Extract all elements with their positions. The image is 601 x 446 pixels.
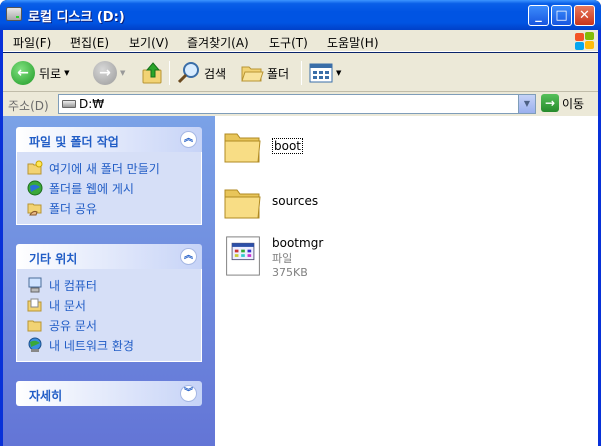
place-my-documents[interactable]: 내 문서 [27,295,201,315]
address-dropdown-button[interactable]: ▼ [518,95,535,113]
place-label: 공유 문서 [49,318,97,333]
place-network[interactable]: 내 네트워크 환경 [27,335,201,355]
views-icon [309,63,333,83]
panel-other-places-body: 내 컴퓨터 내 문서 공유 문서 내 네트워크 환경 [16,269,202,362]
maximize-icon: □ [555,8,568,23]
file-list: boot sources bootmgr 파일 375KB [215,116,598,446]
chevron-down-icon[interactable]: ︾ [180,385,197,402]
panel-title: 파일 및 폴더 작업 [29,135,119,149]
task-pane: 파일 및 폴더 작업 ︽ 여기에 새 폴더 만들기 폴더를 웹에 게시 폴더 공… [3,116,215,446]
folders-button[interactable]: 폴더 [240,60,289,86]
shared-folder-icon [27,203,42,216]
file-name: boot [272,138,304,154]
title-bar[interactable]: 로컬 디스크 (D:) _ □ ✕ [0,0,601,30]
place-label: 내 네트워크 환경 [49,338,134,353]
go-button[interactable]: → 이동 [541,94,584,112]
panel-other-places: 기타 위치 ︽ 내 컴퓨터 내 문서 공유 문서 내 네트워크 환경 [16,244,202,362]
my-documents-icon [27,298,42,312]
windows-logo-icon [574,31,594,51]
forward-arrow-icon: → [93,61,117,85]
explorer-window: 로컬 디스크 (D:) _ □ ✕ 파일(F) 편집(E) 보기(V) 즐겨찾기… [0,0,601,446]
go-arrow-icon: → [541,94,559,112]
shared-documents-icon [27,320,42,332]
chevron-up-icon[interactable]: ︽ [180,248,197,265]
back-label: 뒤로 [39,66,62,81]
address-input[interactable] [79,97,509,111]
search-button[interactable]: 검색 [177,60,226,86]
file-item-boot[interactable]: boot [223,126,304,166]
maximize-button[interactable]: □ [551,5,572,26]
file-item-bootmgr[interactable]: bootmgr 파일 375KB [223,236,323,279]
globe-icon [27,180,43,196]
minimize-icon: _ [535,8,542,23]
panel-title: 기타 위치 [29,252,78,266]
toolbar-separator [169,61,170,85]
chevron-down-icon: ▼ [336,69,342,77]
panel-file-tasks-header[interactable]: 파일 및 폴더 작업 ︽ [16,127,202,152]
folder-icon [224,189,261,219]
menu-edit[interactable]: 편집(E) [70,34,109,51]
panel-title: 자세히 [29,389,63,403]
task-label: 폴더 공유 [49,201,97,216]
forward-button[interactable]: → ▼ [93,60,125,86]
chevron-down-icon: ▼ [523,99,531,108]
place-label: 내 컴퓨터 [49,278,97,293]
network-places-icon [28,337,42,352]
file-name: sources [272,194,319,208]
panel-file-tasks-body: 여기에 새 폴더 만들기 폴더를 웹에 게시 폴더 공유 [16,152,202,225]
panel-details: 자세히 ︾ [16,381,202,406]
go-label: 이동 [562,96,585,111]
close-button[interactable]: ✕ [574,5,595,26]
toolbar-separator [301,61,302,85]
menu-bar: 파일(F) 편집(E) 보기(V) 즐겨찾기(A) 도구(T) 도움말(H) [3,30,598,52]
file-icon [226,236,260,276]
chevron-up-icon[interactable]: ︽ [180,131,197,148]
close-icon: ✕ [579,8,590,23]
place-shared-documents[interactable]: 공유 문서 [27,315,201,335]
folders-label: 폴더 [267,66,290,81]
folder-icon [224,133,261,163]
drive-icon [6,7,22,21]
menu-favorites[interactable]: 즐겨찾기(A) [187,34,249,51]
panel-other-places-header[interactable]: 기타 위치 ︽ [16,244,202,269]
panel-file-tasks: 파일 및 폴더 작업 ︽ 여기에 새 폴더 만들기 폴더를 웹에 게시 폴더 공… [16,127,202,225]
views-button[interactable]: ▼ [309,60,341,86]
address-label: 주소(D) [8,99,49,113]
menu-view[interactable]: 보기(V) [129,34,169,51]
minimize-button[interactable]: _ [528,5,549,26]
menu-file[interactable]: 파일(F) [13,34,51,51]
task-new-folder[interactable]: 여기에 새 폴더 만들기 [27,158,201,178]
task-label: 여기에 새 폴더 만들기 [49,161,160,176]
place-label: 내 문서 [49,298,86,313]
up-folder-button[interactable] [142,60,164,86]
folders-icon [241,66,264,82]
window-title: 로컬 디스크 (D:) [28,10,125,25]
file-name: bootmgr [272,236,324,250]
chevron-down-icon: ▼ [120,69,126,77]
task-share-folder[interactable]: 폴더 공유 [27,198,201,218]
toolbar: ← 뒤로 ▼ → ▼ 검색 폴더 ▼ [3,53,598,92]
address-bar: 주소(D) ▼ → 이동 [3,92,598,116]
task-publish-web[interactable]: 폴더를 웹에 게시 [27,178,201,198]
file-type: 파일 [272,252,293,265]
menu-tools[interactable]: 도구(T) [269,34,308,51]
task-label: 폴더를 웹에 게시 [49,181,134,196]
search-icon [177,62,199,84]
place-my-computer[interactable]: 내 컴퓨터 [27,275,201,295]
my-computer-icon [28,277,42,293]
up-folder-icon [142,62,162,84]
new-folder-icon [27,160,43,175]
back-button[interactable]: ← 뒤로 ▼ [11,60,69,86]
panel-details-header[interactable]: 자세히 ︾ [16,381,202,406]
file-size: 375KB [272,266,308,279]
address-field[interactable]: ▼ [58,94,536,114]
search-label: 검색 [204,66,227,81]
menu-help[interactable]: 도움말(H) [327,34,379,51]
chevron-down-icon: ▼ [64,69,70,77]
back-arrow-icon: ← [11,61,35,85]
drive-icon [62,100,76,108]
file-item-sources[interactable]: sources [223,182,318,222]
